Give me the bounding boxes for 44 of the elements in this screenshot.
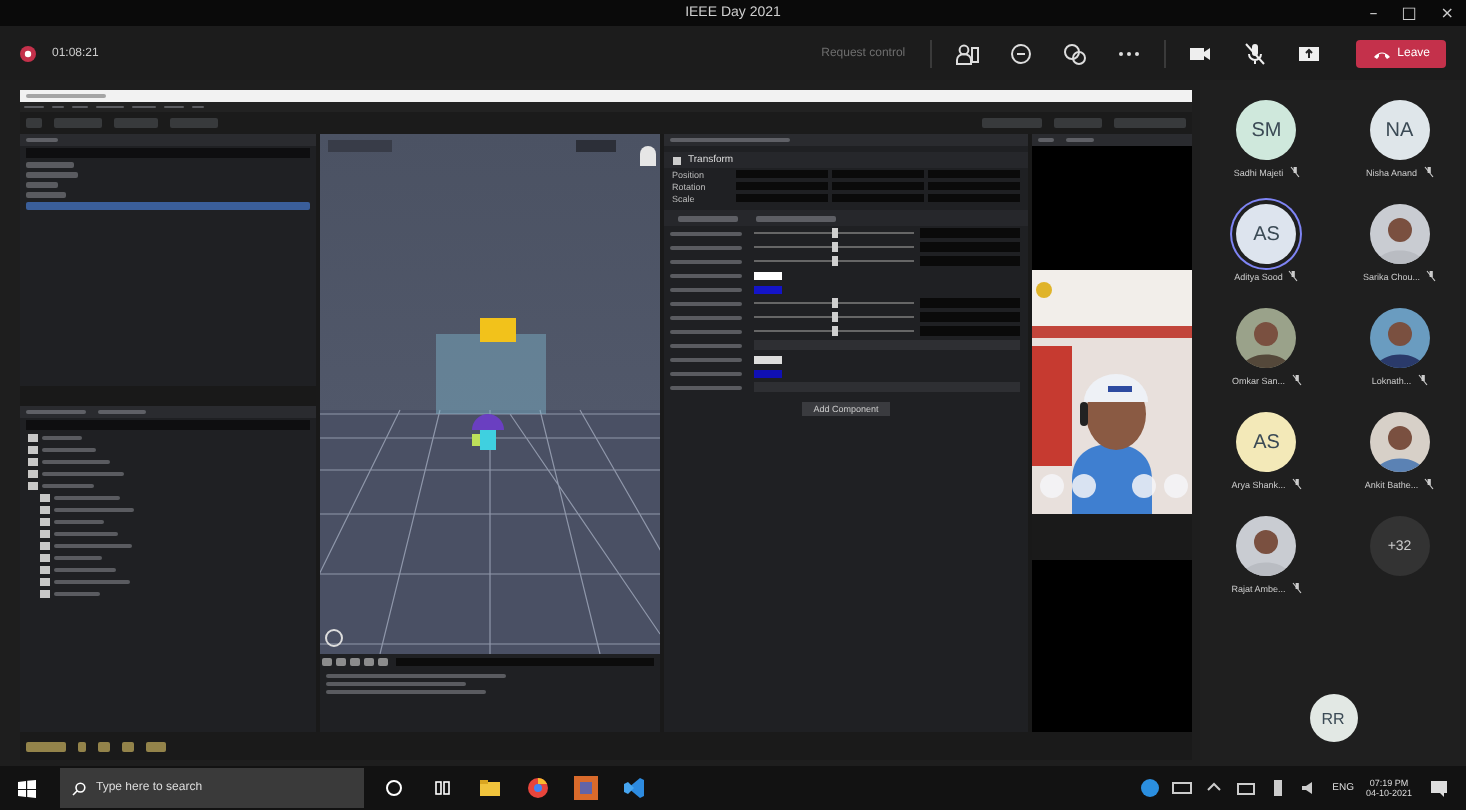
number-field[interactable] [920, 298, 1020, 308]
folder-icon[interactable] [478, 776, 502, 800]
muted-microphone-icon [1289, 166, 1300, 178]
muted-microphone-icon [1423, 166, 1434, 178]
slider-thumb[interactable] [831, 242, 837, 252]
notification-icon[interactable] [1430, 779, 1448, 797]
slider-thumb[interactable] [831, 256, 837, 266]
hang-up-icon [1371, 47, 1392, 59]
slider-thumb[interactable] [831, 312, 837, 322]
color-swatch[interactable] [754, 285, 782, 293]
muted-microphone-icon [1417, 374, 1428, 386]
browser-icon[interactable] [526, 776, 550, 800]
muted-microphone-icon [1424, 478, 1435, 490]
number-field[interactable] [920, 228, 1020, 238]
number-field[interactable] [920, 312, 1020, 322]
muted-microphone-icon [1426, 270, 1436, 282]
muted-microphone-icon [1291, 374, 1301, 386]
number-field[interactable] [920, 256, 1020, 266]
close-button[interactable]: × [1428, 3, 1466, 23]
people-icon[interactable] [953, 41, 980, 65]
muted-microphone-icon [1291, 582, 1302, 594]
recording-icon [20, 45, 36, 61]
color-swatch[interactable] [754, 355, 782, 363]
avatar[interactable]: AS [1236, 412, 1297, 472]
muted-microphone-icon[interactable] [1241, 41, 1268, 65]
slider-thumb[interactable] [831, 228, 837, 238]
avatar[interactable]: SM [1236, 100, 1297, 160]
minimize-button[interactable]: – [1357, 3, 1390, 23]
muted-microphone-icon [1288, 270, 1299, 282]
number-field[interactable] [920, 326, 1020, 336]
slider-thumb[interactable] [831, 298, 837, 308]
avatar: RR [1309, 694, 1357, 742]
code-editor-icon[interactable] [622, 776, 646, 800]
chat-icon[interactable] [1007, 41, 1034, 65]
color-swatch[interactable] [754, 369, 782, 377]
slider-thumb[interactable] [831, 326, 837, 336]
maximize-button[interactable]: □ [1389, 3, 1429, 23]
avatar[interactable]: NA [1369, 100, 1430, 160]
avatar[interactable]: AS [1236, 204, 1297, 264]
color-swatch[interactable] [754, 271, 782, 279]
number-field[interactable] [920, 242, 1020, 252]
windows-start-icon[interactable] [18, 779, 36, 797]
share-screen-icon[interactable] [1295, 41, 1322, 65]
muted-microphone-icon [1291, 478, 1302, 490]
